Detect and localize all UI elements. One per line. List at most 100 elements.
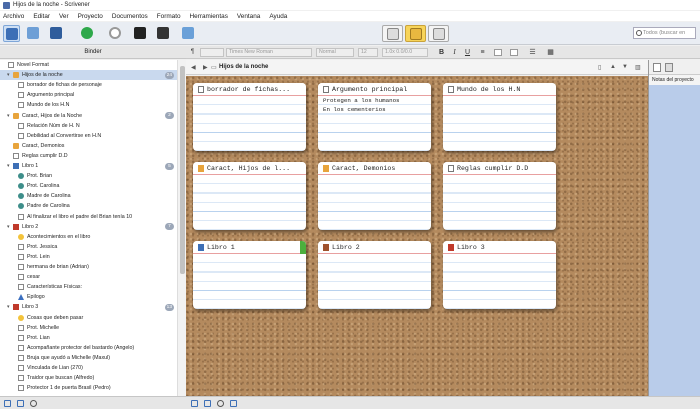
menu-editar[interactable]: Editar [30, 13, 56, 20]
compile-button[interactable] [155, 25, 172, 42]
inspector-toggle-button[interactable] [48, 25, 65, 42]
binder-item[interactable]: Prot. Lian [0, 333, 177, 343]
label-icon[interactable] [204, 400, 211, 407]
card-title[interactable]: Argumento principal [318, 83, 431, 96]
bookmarks-tab-icon[interactable] [665, 63, 673, 72]
binder-item[interactable]: Novel Format [0, 60, 177, 70]
table-button[interactable]: ▦ [546, 48, 555, 57]
disclosure-arrow-icon[interactable]: ▾ [7, 113, 12, 119]
view-mode-icon[interactable] [191, 400, 198, 407]
index-card[interactable]: Caract, Hijos de l... [193, 162, 306, 230]
card-title[interactable]: Reglas cumplir D.D [443, 162, 556, 175]
binder-item[interactable]: Relación Núm de H. N [0, 121, 177, 131]
index-card[interactable]: Reglas cumplir D.D [443, 162, 556, 230]
binder-scrollbar[interactable] [177, 60, 186, 396]
binder-item[interactable]: Acompañante protector del bastardo (Ange… [0, 343, 177, 353]
binder-item[interactable]: borrador de fichas de personaje [0, 80, 177, 90]
lock-icon[interactable]: ▯ [598, 64, 601, 71]
binder-item[interactable]: Cosas que deben pasar [0, 313, 177, 323]
add-button[interactable] [79, 25, 96, 42]
binder-item[interactable]: Padre de Carolina [0, 201, 177, 211]
binder-item[interactable]: Vinculada de Lian (270) [0, 363, 177, 373]
card-title[interactable]: Libro 1 [193, 241, 306, 254]
split-view-icon[interactable]: ▥ [635, 64, 641, 71]
binder-item[interactable]: Acontecimientos en el libro [0, 232, 177, 242]
menu-ver[interactable]: Ver [56, 13, 75, 20]
binder-item[interactable]: Caract, Demonios [0, 141, 177, 151]
binder-item[interactable]: Mundo de los H.N [0, 100, 177, 110]
disclosure-arrow-icon[interactable]: ▾ [7, 224, 12, 230]
binder-item[interactable]: ▾ Libro 1 5 [0, 161, 177, 171]
bold-button[interactable]: B [437, 48, 446, 57]
collections-button[interactable] [25, 25, 42, 42]
disclosure-arrow-icon[interactable]: ▾ [7, 72, 12, 78]
disclosure-arrow-icon[interactable]: ▾ [7, 163, 12, 169]
add-folder-icon[interactable] [17, 400, 24, 407]
compose-button[interactable] [132, 25, 149, 42]
binder-item[interactable]: Reglas cumplir D.D [0, 151, 177, 161]
swap-arrows-icon[interactable] [230, 400, 237, 407]
card-title[interactable]: Libro 3 [443, 241, 556, 254]
font-style-select[interactable]: Normal [316, 48, 354, 57]
add-item-icon[interactable] [4, 400, 11, 407]
binder-item[interactable]: Prot. Brian [0, 171, 177, 181]
search-field[interactable]: Todos (buscar en [633, 27, 696, 39]
binder-item[interactable]: Al finalizar el libro el padre del Brian… [0, 212, 177, 222]
style-preset-select[interactable] [200, 48, 224, 57]
corkboard[interactable]: borrador de fichas... Argumento principal… [186, 76, 648, 396]
card-title[interactable]: Caract, Hijos de l... [193, 162, 306, 175]
binder-item[interactable]: cesar [0, 272, 177, 282]
binder-item[interactable]: Prot. Lein [0, 252, 177, 262]
view-outliner-button[interactable] [428, 25, 449, 42]
view-scrivenings-button[interactable] [382, 25, 403, 42]
italic-button[interactable]: I [450, 48, 459, 57]
binder-item[interactable]: hermana de brian (Adrian) [0, 262, 177, 272]
up-arrow-icon[interactable]: ▲ [610, 64, 616, 70]
binder-item[interactable]: Protector 1 de puerta Brasil (Pedro) [0, 383, 177, 393]
binder-item[interactable]: ▾ Caract, Hijos de la Noche 2 [0, 111, 177, 121]
disclosure-arrow-icon[interactable]: ▾ [7, 304, 12, 310]
binder-scroll-thumb[interactable] [180, 66, 185, 274]
list-format-button[interactable]: ☰ [528, 48, 537, 57]
binder-item[interactable]: ▾ Hijos de la noche 24 [0, 70, 177, 81]
index-card[interactable]: Libro 3 [443, 241, 556, 309]
binder-toggle-button[interactable] [3, 25, 20, 42]
snapshot-button[interactable] [180, 25, 197, 42]
binder-item[interactable]: ▾ Libro 2 7 [0, 222, 177, 232]
down-arrow-icon[interactable]: ▼ [622, 64, 628, 70]
index-card[interactable]: Mundo de los H.N [443, 83, 556, 151]
line-spacing-select[interactable]: 1.0x 0.0/0.0 [382, 48, 428, 57]
menu-formato[interactable]: Formato [154, 13, 187, 20]
binder-item[interactable]: Traidor que buscan (Alfredo) [0, 373, 177, 383]
binder-tree[interactable]: Novel Format ▾ Hijos de la noche 24 borrador… [0, 60, 177, 396]
back-arrow-icon[interactable]: ◀ [191, 64, 196, 71]
underline-button[interactable]: U [463, 48, 472, 57]
binder-item[interactable]: Madre de Carolina [0, 191, 177, 201]
card-title[interactable]: Caract, Demonios [318, 162, 431, 175]
index-card[interactable]: Libro 2 [318, 241, 431, 309]
view-corkboard-button[interactable] [405, 25, 426, 42]
settings-gear-icon[interactable] [30, 400, 37, 407]
binder-item[interactable]: Argumento principal [0, 90, 177, 100]
delete-button[interactable] [107, 25, 124, 42]
binder-item[interactable]: Prot. Jessica [0, 242, 177, 252]
card-title[interactable]: Libro 2 [318, 241, 431, 254]
font-size-select[interactable]: 12 [358, 48, 378, 57]
index-card[interactable]: Caract, Demonios [318, 162, 431, 230]
card-synopsis[interactable]: Protegen a los humanos En los cementerios [323, 96, 400, 114]
card-title[interactable]: Mundo de los H.N [443, 83, 556, 96]
menu-ayuda[interactable]: Ayuda [266, 13, 293, 20]
footer-gear-icon[interactable] [217, 400, 224, 407]
binder-item[interactable]: ▾ Libro 3 13 [0, 302, 177, 312]
menu-ventana[interactable]: Ventana [234, 13, 266, 20]
text-color-swatch[interactable] [494, 49, 502, 56]
index-card[interactable]: borrador de fichas... [193, 83, 306, 151]
menu-herramientas[interactable]: Herramientas [187, 13, 234, 20]
align-left-button[interactable]: ≡ [478, 48, 487, 57]
card-title[interactable]: borrador de fichas... [193, 83, 306, 96]
notes-tab-icon[interactable] [653, 63, 661, 72]
binder-item[interactable]: Prot. Carolina [0, 181, 177, 191]
menu-archivo[interactable]: Archivo [0, 13, 30, 20]
binder-item[interactable]: Bruja que ayudó a Michelle (Maxul) [0, 353, 177, 363]
font-family-select[interactable]: Times New Roman [226, 48, 312, 57]
